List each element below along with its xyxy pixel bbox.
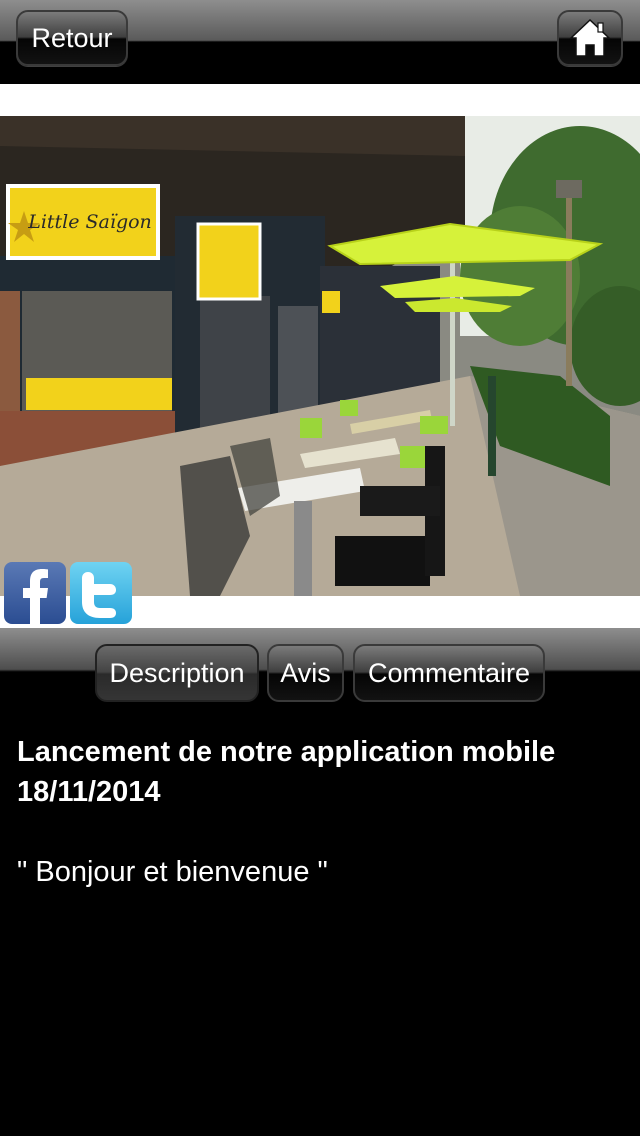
sign-text: Little Saïgon [27,211,152,233]
tab-commentaire[interactable]: Commentaire [353,644,545,702]
article-title: Lancement de notre application mobile [17,736,556,768]
top-spacer [0,84,640,116]
home-button[interactable] [557,10,623,66]
article-body: " Bonjour et bienvenue " [17,856,328,888]
tab-bar: Description Avis Commentaire [0,628,640,714]
description-content: Lancement de notre application mobile 18… [17,732,623,892]
top-navigation-bar: Retour [0,0,640,84]
back-button[interactable]: Retour [16,10,128,66]
article-date: 18/11/2014 [17,776,161,808]
facebook-icon [23,569,48,624]
restaurant-photo: Little Saïgon [0,116,640,596]
tab-description[interactable]: Description [95,644,259,702]
tab-avis[interactable]: Avis [267,644,344,702]
home-icon [569,18,611,57]
twitter-icon [82,572,116,618]
facebook-button[interactable] [4,562,66,624]
twitter-button[interactable] [70,562,132,624]
